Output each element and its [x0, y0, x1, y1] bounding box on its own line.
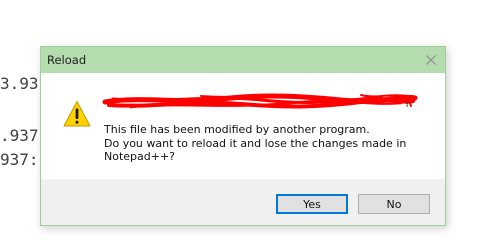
background-editor-text: 3.93 — [0, 74, 39, 93]
close-icon — [426, 55, 436, 65]
dialog-content: r This file has been modified by another… — [41, 73, 445, 179]
message-line: Notepad++? — [104, 150, 176, 163]
dialog-message: This file has been modified by another p… — [104, 123, 424, 164]
redacted-file-path: r — [102, 93, 418, 110]
dialog-button-bar: Yes No — [41, 179, 445, 225]
background-editor-text: 937: — [0, 150, 39, 169]
message-line: Do you want to reload it and lose the ch… — [104, 136, 407, 150]
close-button[interactable] — [417, 47, 445, 73]
no-button[interactable]: No — [358, 194, 430, 214]
background-editor-text: .937 — [0, 126, 39, 145]
warning-triangle-icon — [63, 101, 91, 127]
dialog-titlebar[interactable]: Reload — [41, 47, 445, 73]
reload-dialog: Reload r This file has been modified by … — [40, 46, 446, 226]
message-line: This file has been modified by another p… — [104, 123, 370, 136]
dialog-title: Reload — [47, 53, 87, 67]
yes-button[interactable]: Yes — [276, 194, 348, 214]
